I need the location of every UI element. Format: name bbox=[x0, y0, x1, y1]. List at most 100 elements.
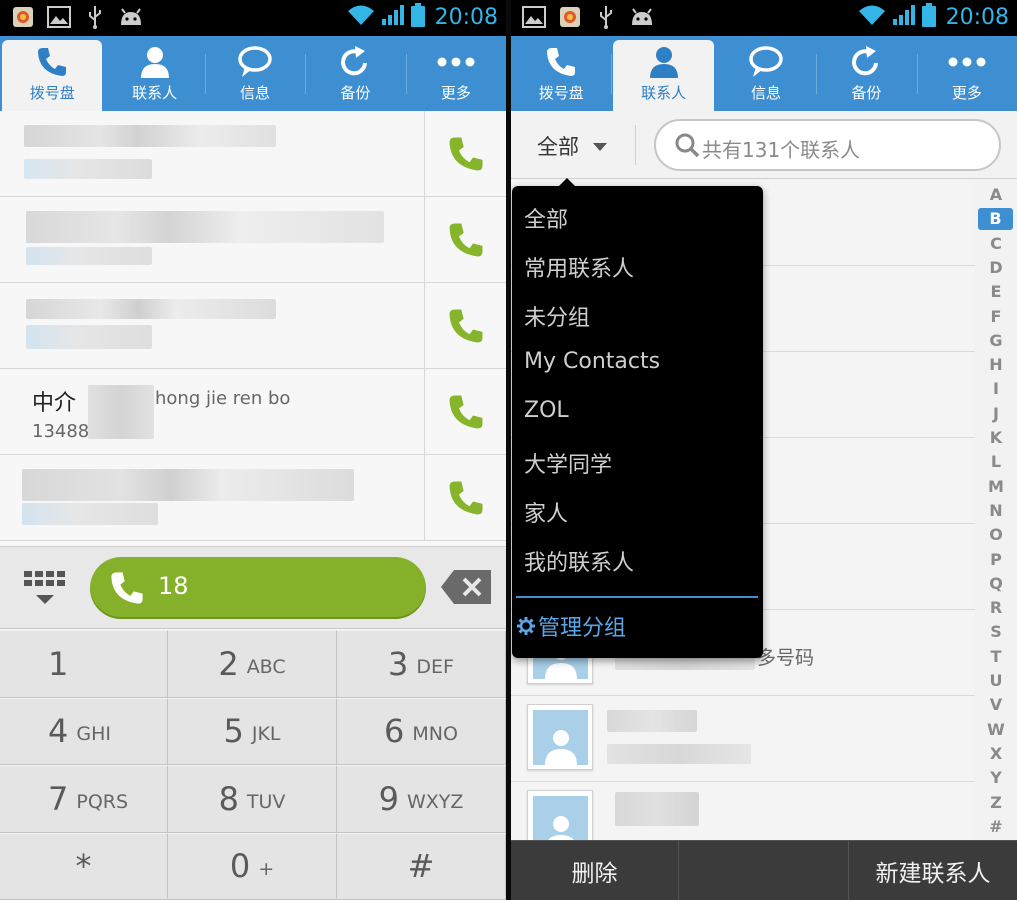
alphabet-letter[interactable]: Z bbox=[975, 792, 1017, 814]
phone-icon bbox=[449, 481, 482, 515]
group-menu-item[interactable]: 家人 bbox=[524, 496, 568, 528]
contact-search-box[interactable]: 共有131个联系人 bbox=[654, 119, 1001, 171]
alphabet-letter[interactable]: M bbox=[975, 476, 1017, 498]
image-icon bbox=[521, 4, 547, 30]
keypad-key[interactable]: 8 TUV bbox=[168, 765, 337, 833]
tab-messages[interactable]: 信息 bbox=[205, 36, 307, 111]
call-log-info[interactable]: 中介 hong jie ren bo 13488 bbox=[0, 369, 423, 455]
alphabet-letter[interactable]: T bbox=[975, 646, 1017, 668]
blurred-number bbox=[26, 325, 152, 349]
refresh-icon bbox=[335, 44, 375, 80]
manage-groups-button[interactable]: 管理分组 bbox=[516, 610, 626, 642]
alphabet-letter[interactable]: B bbox=[978, 208, 1013, 231]
blurred-name bbox=[607, 710, 697, 732]
tab-dialpad[interactable]: 拨号盘 bbox=[511, 36, 613, 111]
call-button[interactable] bbox=[424, 197, 506, 283]
key-digit: 9 bbox=[378, 779, 399, 818]
tab-contacts[interactable]: 联系人 bbox=[104, 36, 206, 111]
message-icon bbox=[235, 44, 275, 80]
phone-icon bbox=[449, 395, 482, 429]
group-selector[interactable]: 全部 bbox=[537, 131, 607, 161]
blurred-name bbox=[615, 792, 699, 826]
key-digit: 0 bbox=[229, 847, 251, 886]
clock: 20:08 bbox=[434, 4, 498, 30]
call-log-row[interactable] bbox=[0, 111, 506, 197]
refresh-icon bbox=[846, 44, 886, 80]
alphabet-letter[interactable]: F bbox=[975, 306, 1017, 328]
alphabet-letter[interactable]: Y bbox=[975, 767, 1017, 789]
alphabet-letter[interactable]: A bbox=[975, 184, 1017, 206]
alphabet-letter[interactable]: # bbox=[975, 816, 1017, 838]
contacts-screen: 20:08 拨号盘 联系人 信息 备份 更多 全部 共有131个联系人 多号码 … bbox=[511, 0, 1017, 900]
tab-backup[interactable]: 备份 bbox=[816, 36, 918, 111]
call-log-info[interactable] bbox=[0, 283, 423, 369]
alphabet-letter[interactable]: D bbox=[975, 257, 1017, 279]
call-log-row[interactable]: 中介 hong jie ren bo 13488 bbox=[0, 369, 506, 455]
call-button[interactable] bbox=[424, 283, 506, 369]
delete-button[interactable]: 删除 bbox=[511, 841, 678, 900]
tab-backup[interactable]: 备份 bbox=[305, 36, 407, 111]
alphabet-letter[interactable]: Q bbox=[975, 573, 1017, 595]
key-letters: TUV bbox=[246, 790, 286, 813]
alphabet-letter[interactable]: C bbox=[975, 233, 1017, 255]
keypad-toggle-icon[interactable] bbox=[22, 569, 68, 609]
group-menu-item[interactable]: 大学同学 bbox=[524, 447, 612, 479]
alphabet-letter[interactable]: S bbox=[975, 621, 1017, 643]
keypad-key[interactable]: 2 ABC bbox=[168, 630, 337, 698]
alphabet-letter[interactable]: U bbox=[975, 670, 1017, 692]
keypad-key[interactable]: 0 + bbox=[168, 832, 337, 900]
group-menu-item[interactable]: 常用联系人 bbox=[524, 251, 634, 283]
group-menu-item[interactable]: 未分组 bbox=[524, 300, 590, 332]
keypad-key[interactable]: 7 PQRS bbox=[0, 765, 168, 833]
tab-contacts[interactable]: 联系人 bbox=[613, 40, 714, 111]
call-log-row[interactable] bbox=[0, 455, 506, 541]
keypad-key[interactable]: 4 GHI bbox=[0, 697, 168, 765]
tab-more[interactable]: 更多 bbox=[917, 36, 1017, 111]
alphabet-letter[interactable]: L bbox=[975, 451, 1017, 473]
tab-dialpad[interactable]: 拨号盘 bbox=[2, 40, 103, 111]
group-menu-item[interactable]: 全部 bbox=[524, 202, 568, 234]
alphabet-letter[interactable]: O bbox=[975, 524, 1017, 546]
alphabet-letter[interactable]: R bbox=[975, 597, 1017, 619]
keypad-key[interactable]: * bbox=[0, 832, 168, 900]
group-menu-item[interactable]: ZOL bbox=[524, 398, 569, 423]
alphabet-letter[interactable]: P bbox=[975, 549, 1017, 571]
alphabet-letter[interactable]: V bbox=[975, 694, 1017, 716]
backspace-icon[interactable] bbox=[440, 569, 492, 605]
alphabet-letter[interactable]: K bbox=[975, 427, 1017, 449]
call-log-row[interactable] bbox=[0, 197, 506, 283]
battery-icon bbox=[410, 3, 425, 31]
keypad-key[interactable]: 3 DEF bbox=[337, 630, 506, 698]
group-menu-item[interactable]: 我的联系人 bbox=[524, 545, 634, 577]
keypad-key[interactable]: 5 JKL bbox=[168, 697, 337, 765]
alphabet-letter[interactable]: X bbox=[975, 743, 1017, 765]
call-log-info[interactable] bbox=[0, 111, 423, 197]
alphabet-letter[interactable]: J bbox=[975, 403, 1017, 425]
alphabet-letter[interactable]: W bbox=[975, 719, 1017, 741]
alphabet-index[interactable]: A B C D E F G H I J K L M N O P Q R S T U V W X Y Z # bbox=[975, 180, 1017, 840]
keypad-key[interactable]: 6 MNO bbox=[337, 697, 506, 765]
new-contact-button[interactable]: 新建联系人 bbox=[849, 841, 1017, 900]
call-log-info[interactable] bbox=[0, 197, 423, 283]
keypad-key[interactable]: 1 bbox=[0, 630, 168, 698]
alphabet-letter[interactable]: N bbox=[975, 500, 1017, 522]
alphabet-letter[interactable]: I bbox=[975, 378, 1017, 400]
group-menu-item[interactable]: My Contacts bbox=[524, 349, 660, 374]
alphabet-letter[interactable]: G bbox=[975, 330, 1017, 352]
alphabet-letter[interactable]: H bbox=[975, 354, 1017, 376]
dial-call-button[interactable]: 18 bbox=[90, 557, 426, 619]
keypad-key[interactable]: 9 WXYZ bbox=[337, 765, 506, 833]
call-log-info[interactable] bbox=[0, 455, 423, 541]
call-button[interactable] bbox=[424, 455, 506, 541]
contact-number: 13488 bbox=[32, 421, 90, 442]
tab-more[interactable]: 更多 bbox=[406, 36, 506, 111]
call-log-row[interactable] bbox=[0, 283, 506, 369]
contacts-filter-bar: 全部 共有131个联系人 bbox=[511, 111, 1017, 179]
alphabet-letter[interactable]: E bbox=[975, 281, 1017, 303]
tab-messages[interactable]: 信息 bbox=[716, 36, 818, 111]
call-button[interactable] bbox=[424, 111, 506, 197]
contact-name: 中介 bbox=[32, 391, 77, 416]
keypad-key[interactable]: # bbox=[337, 832, 506, 900]
call-button[interactable] bbox=[424, 369, 506, 455]
list-item[interactable] bbox=[511, 696, 975, 782]
